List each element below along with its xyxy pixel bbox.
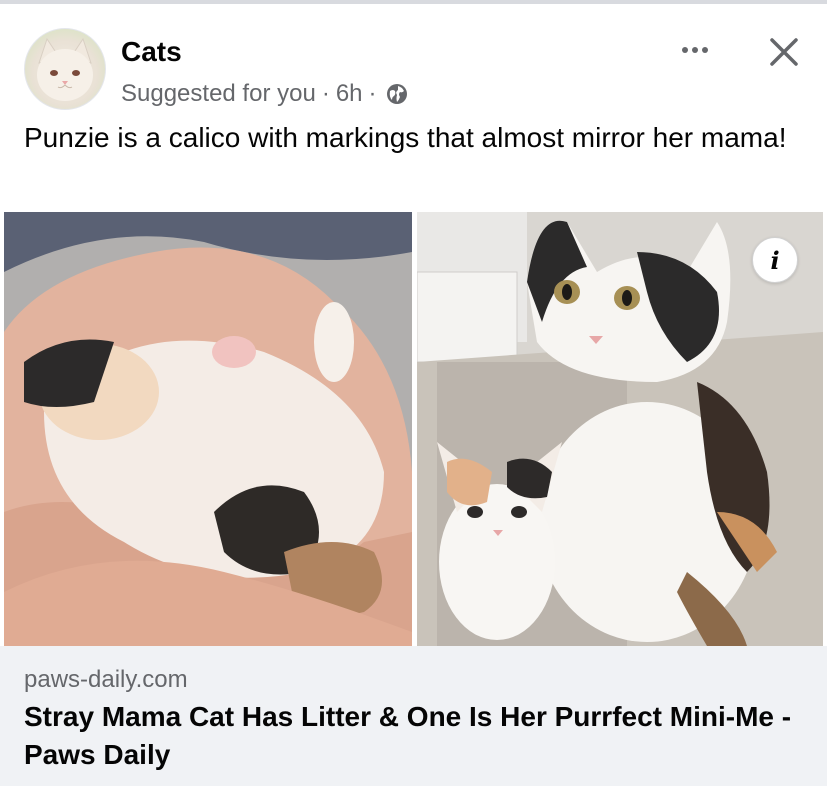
meta-separator: · bbox=[321, 80, 330, 107]
meta-separator-2: · bbox=[368, 80, 377, 107]
close-icon[interactable] bbox=[764, 32, 804, 72]
post-header: Cats Suggested for you · 6h · bbox=[0, 4, 827, 114]
page-avatar[interactable] bbox=[24, 28, 106, 110]
kitten-in-hands-photo[interactable] bbox=[4, 212, 412, 646]
page-name[interactable]: Cats bbox=[121, 36, 182, 68]
more-options-icon[interactable] bbox=[675, 36, 715, 64]
link-domain: paws-daily.com bbox=[24, 666, 188, 693]
post-caption: Punzie is a calico with markings that al… bbox=[24, 122, 787, 153]
link-preview-card[interactable]: paws-daily.com Stray Mama Cat Has Litter… bbox=[0, 646, 827, 786]
info-label: i bbox=[770, 245, 780, 275]
cat-face-avatar-image bbox=[37, 37, 93, 101]
info-icon[interactable]: i bbox=[752, 237, 798, 283]
link-title[interactable]: Stray Mama Cat Has Litter & One Is Her P… bbox=[24, 698, 804, 774]
suggested-label: Suggested for you bbox=[121, 80, 316, 107]
post-time[interactable]: 6h bbox=[336, 80, 363, 108]
post-media[interactable] bbox=[0, 212, 827, 646]
post-meta: Suggested for you · 6h · bbox=[121, 80, 409, 108]
globe-icon bbox=[385, 82, 409, 106]
